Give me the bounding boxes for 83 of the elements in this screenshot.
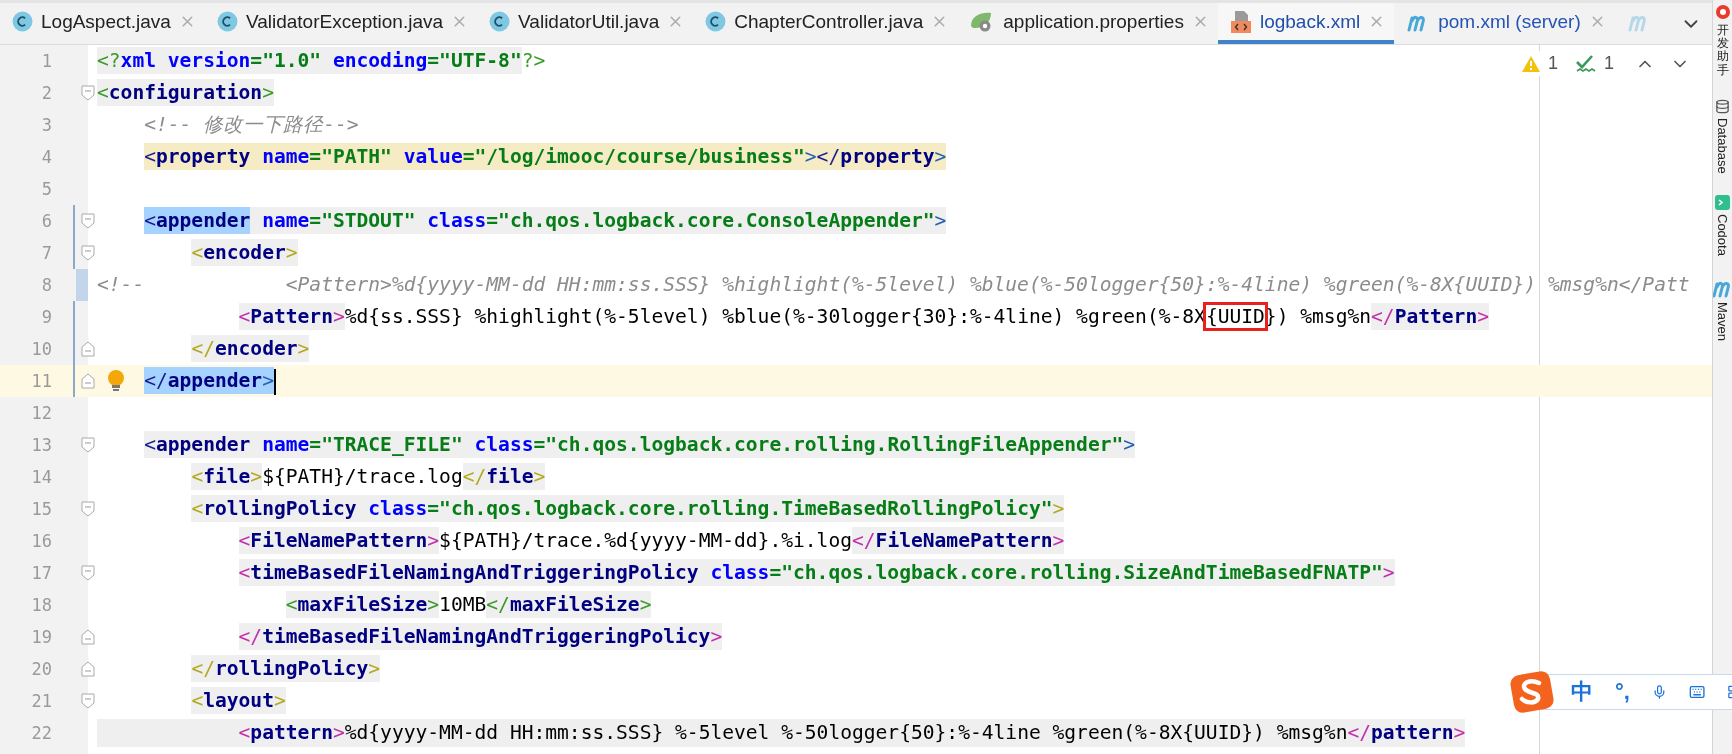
unfold-icon[interactable] — [80, 661, 95, 677]
class-icon — [489, 11, 511, 32]
database-icon — [1715, 98, 1730, 114]
line-number: 17 — [30, 563, 53, 583]
line-number: 6 — [40, 211, 53, 231]
line-number: 20 — [30, 659, 53, 679]
line-number: 11 — [30, 371, 53, 391]
code-line: <configuration> — [97, 79, 274, 107]
code-line: <FileNamePattern>${PATH}/trace.%d{yyyy-MM-dd}.%i.log</FileNamePattern> — [237, 527, 1065, 555]
circle-icon — [1714, 4, 1731, 20]
change-marker[interactable] — [73, 237, 75, 269]
line-number: 13 — [30, 435, 53, 455]
unfold-icon[interactable] — [80, 629, 95, 645]
line-number: 3 — [40, 115, 53, 135]
change-marker[interactable] — [73, 205, 75, 237]
line-number: 22 — [30, 723, 53, 743]
punctuation-toggle[interactable]: °, — [1615, 679, 1630, 705]
code-line: <!-- <Pattern>%d{yyyy-MM-dd HH:mm:ss.SSS} %highlight(%-5level) %blue(%-50logger{50}:%-4line) %green(%-8X{UUID}) %msg%n</Patt — [97, 272, 1690, 298]
code-line: <rollingPolicy class="ch.qos.logback.core.rolling.TimeBasedRollingPolicy"> — [190, 495, 1065, 523]
codota-icon — [1715, 195, 1730, 211]
code-line: </encoder> — [190, 335, 310, 363]
tool-window-tab[interactable]: Database — [1715, 98, 1730, 174]
change-marker[interactable] — [73, 301, 75, 333]
lightbulb-icon[interactable] — [106, 369, 126, 393]
tool-window-tab[interactable]: Codota — [1715, 195, 1730, 257]
code-line: <property name="PATH" value="/log/imooc/course/business"></property> — [143, 143, 947, 171]
code-line: <encoder> — [190, 239, 298, 267]
tool-window-tab[interactable]: 开发助手 — [1714, 4, 1731, 77]
check-icon — [1575, 53, 1597, 74]
unfold-icon[interactable] — [80, 341, 95, 357]
fold-icon[interactable] — [80, 437, 95, 453]
code-line: <appender name="TRACE_FILE" class="ch.qos.logback.core.rolling.RollingFileAppender"> — [143, 431, 1136, 459]
xml-file-icon — [1229, 9, 1252, 34]
editor-tab[interactable]: ValidatorException.java — [204, 3, 478, 44]
change-marker[interactable] — [73, 365, 75, 397]
line-number: 2 — [40, 83, 53, 103]
code-line: <timeBasedFileNamingAndTriggeringPolicy class="ch.qos.logback.core.rolling.SizeAndTimeBasedFNATP"> — [237, 559, 1395, 587]
unfold-icon[interactable] — [80, 373, 95, 389]
class-icon — [216, 11, 238, 32]
line-number: 15 — [30, 499, 53, 519]
code-line: <maxFileSize>10MB</maxFileSize> — [284, 591, 652, 619]
warning-icon — [1520, 54, 1541, 73]
fold-icon[interactable] — [80, 501, 95, 517]
class-icon — [705, 11, 727, 32]
editor-tab[interactable]: logback.xml — [1217, 3, 1395, 44]
code-line: <layout> — [190, 687, 286, 715]
line-number: 18 — [30, 595, 53, 615]
fold-icon[interactable] — [80, 85, 95, 101]
line-number: 9 — [40, 307, 53, 327]
check-count: 1 — [1604, 53, 1614, 74]
line-number: 14 — [30, 467, 53, 487]
line-number: 8 — [40, 275, 53, 295]
editor-tab[interactable]: ChapterController.java — [693, 3, 958, 44]
fold-icon[interactable] — [80, 693, 95, 709]
input-mode-toggle[interactable]: 中 — [1571, 677, 1593, 707]
line-number: 12 — [30, 403, 53, 423]
fold-icon[interactable] — [80, 565, 95, 581]
line-number: 10 — [30, 339, 53, 359]
code-line: <!-- 修改一下路径--> — [143, 112, 359, 138]
line-number: 16 — [30, 531, 53, 551]
line-number: 19 — [30, 627, 53, 647]
line-number: 5 — [40, 179, 53, 199]
line-number: 4 — [40, 147, 53, 167]
line-number: 21 — [30, 691, 53, 711]
fold-icon[interactable] — [80, 245, 95, 261]
code-line: </rollingPolicy> — [190, 655, 381, 683]
code-line: </timeBasedFileNamingAndTriggeringPolicy> — [237, 623, 723, 651]
code-line: <Pattern>%d{ss.SSS} %highlight(%-5level) %blue(%-30logger{30}:%-4line) %green(%-8X{UUID}) %msg%n</Pattern> — [97, 303, 1489, 331]
line-number: 7 — [40, 243, 53, 263]
editor-tab[interactable]: LogAspect.java — [0, 3, 205, 44]
class-icon — [12, 11, 33, 32]
code-line: <?xml version="1.0" encoding="UTF-8"?> — [97, 47, 546, 75]
change-marker[interactable] — [76, 269, 88, 301]
warning-count: 1 — [1547, 53, 1558, 74]
change-marker[interactable] — [73, 333, 75, 365]
code-line: <file>${PATH}/trace.log</file> — [190, 463, 546, 491]
fold-icon[interactable] — [80, 213, 95, 229]
tool-window-tab[interactable]: Maven — [1713, 278, 1732, 342]
editor-tab[interactable]: pom.xml (server) — [1394, 3, 1615, 44]
code-line: <appender name="STDOUT" class="ch.qos.logback.core.ConsoleAppender"> — [143, 207, 947, 235]
editor-tab[interactable]: ValidatorUtil.java — [477, 3, 694, 44]
editor-tab[interactable]: application.properties — [957, 3, 1218, 44]
line-number: 1 — [40, 51, 53, 71]
